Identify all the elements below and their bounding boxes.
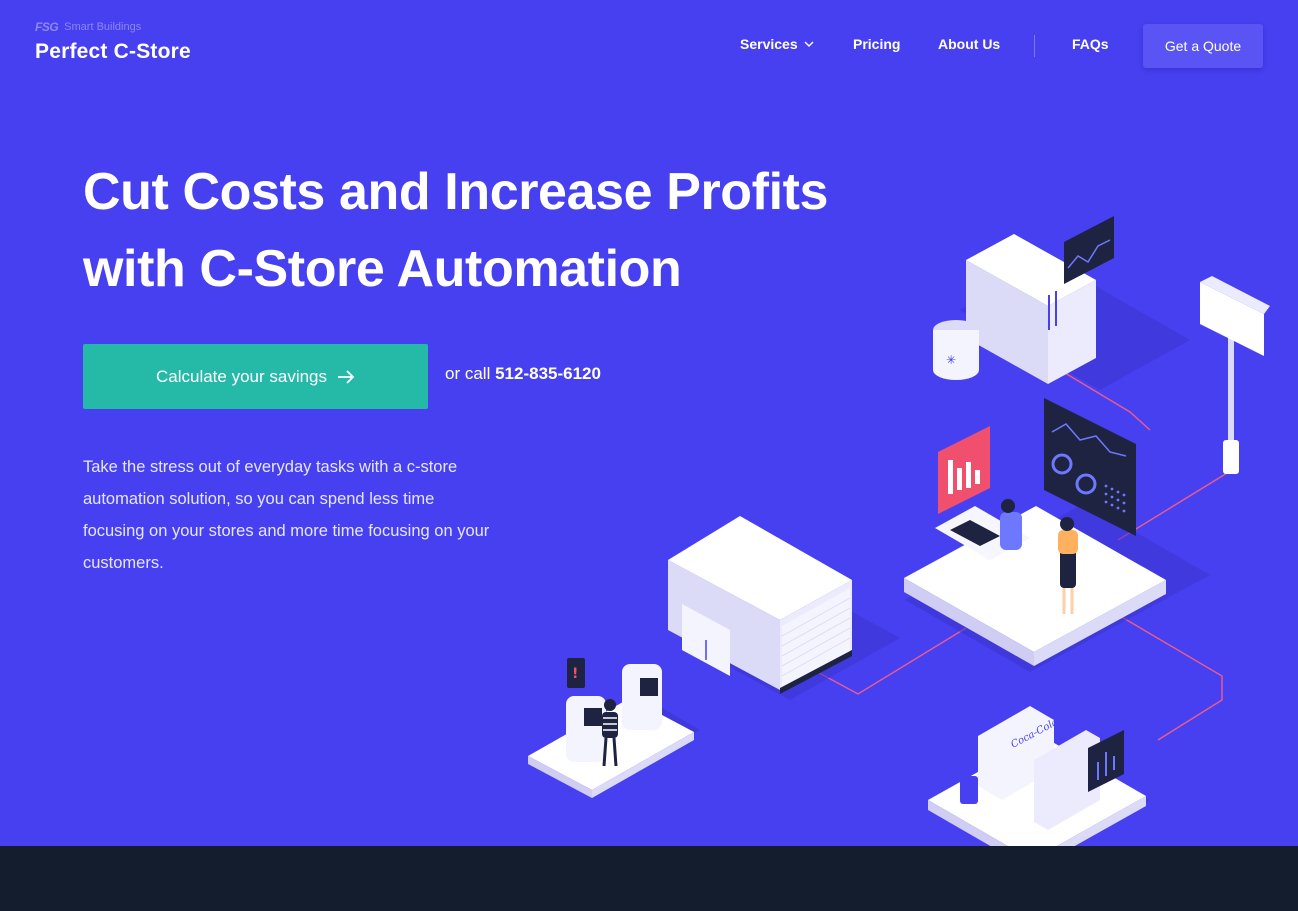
hero-headline-line-2: with C-Store Automation <box>83 240 682 298</box>
signpost <box>1200 276 1270 474</box>
ice-bucket: ✳ <box>933 320 979 380</box>
svg-text:!: ! <box>572 666 578 682</box>
main-nav: Services Pricing About Us FAQs <box>0 35 1298 57</box>
calculate-savings-label: Calculate your savings <box>155 366 328 386</box>
chevron-down-icon <box>804 41 814 47</box>
fuel-pump-station: ! <box>528 658 694 798</box>
nav-divider <box>1034 35 1035 57</box>
nav-item-faqs-label: FAQs <box>1072 36 1109 52</box>
svg-text:✳: ✳ <box>946 353 956 367</box>
nav-item-services-label: Services <box>740 36 798 52</box>
soda-station: Coca-Cola <box>928 706 1146 846</box>
call-prefix: or call <box>445 364 491 383</box>
hero-headline: Cut Costs and Increase Profits with C-St… <box>83 154 903 308</box>
store-automation-illustration: ✳ ! Coca-Cola <box>528 216 1270 846</box>
phone-number: 512-835-6120 <box>495 364 601 383</box>
nav-item-pricing-label: Pricing <box>853 36 901 52</box>
hero-section: ✳ ! Coca-Cola FSG Smart Buildings Perfec… <box>0 0 1298 846</box>
brand-tagline: Smart Buildings <box>64 21 142 33</box>
fsg-logo-mark: FSG <box>35 20 59 34</box>
arrow-right-icon <box>338 369 355 384</box>
nav-item-about-us-label: About Us <box>938 36 1001 52</box>
nav-item-pricing[interactable]: Pricing <box>853 36 900 52</box>
hero-description: Take the stress out of everyday tasks wi… <box>83 458 490 572</box>
calculate-savings-button[interactable]: Calculate your savings <box>83 344 428 409</box>
call-phone-link[interactable]: or call 512-835-6120 <box>445 364 601 384</box>
nav-item-about-us[interactable]: About Us <box>938 36 1000 52</box>
footer-bar <box>0 846 1298 911</box>
refrigerator-unit <box>966 216 1114 384</box>
nav-item-services[interactable]: Services <box>740 36 814 52</box>
nav-item-faqs[interactable]: FAQs <box>1072 36 1109 52</box>
brand-top-row: FSG Smart Buildings <box>35 20 191 34</box>
hero-headline-line-1: Cut Costs and Increase Profits <box>83 163 829 221</box>
garage-building <box>668 516 852 694</box>
get-a-quote-button[interactable]: Get a Quote <box>1143 24 1263 68</box>
